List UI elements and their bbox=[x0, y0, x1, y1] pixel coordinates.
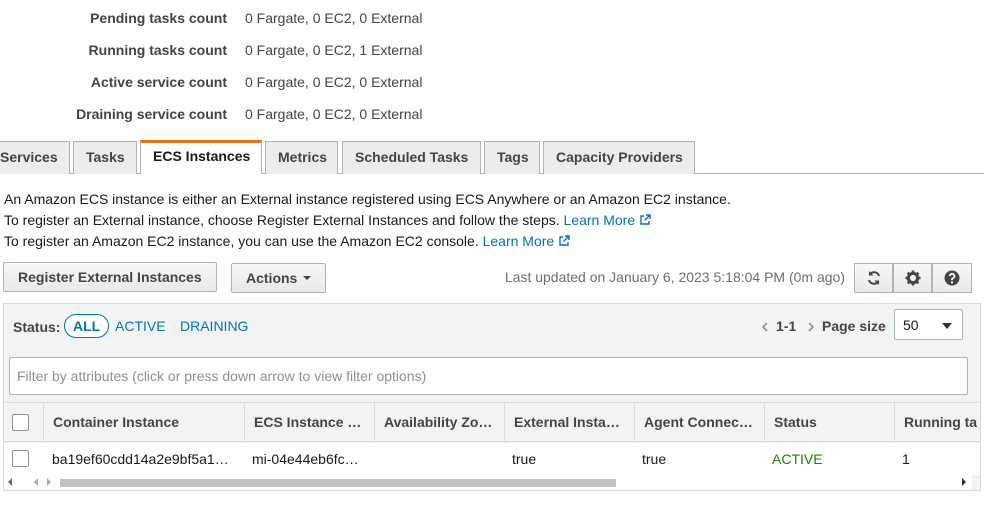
description-line-2: To register an External instance, choose… bbox=[4, 212, 651, 228]
ecs-instance-link[interactable]: mi-04e44eb6fc… bbox=[244, 443, 372, 475]
column-header-availability-zone[interactable]: Availability Zo… bbox=[374, 403, 504, 442]
summary-value: 0 Fargate, 0 EC2, 0 External bbox=[245, 74, 423, 90]
summary-row-draining-services: Draining service count 0 Fargate, 0 EC2,… bbox=[0, 100, 700, 122]
scroll-left-arrow-icon[interactable] bbox=[8, 478, 12, 486]
learn-more-label: Learn More bbox=[482, 233, 555, 249]
description-line-3: To register an Amazon EC2 instance, you … bbox=[4, 233, 570, 249]
question-icon bbox=[944, 270, 960, 286]
cluster-tabs: Services Tasks ECS Instances Metrics Sch… bbox=[0, 140, 984, 174]
tab-ecs-instances[interactable]: ECS Instances bbox=[140, 140, 262, 174]
caret-down-icon bbox=[303, 276, 312, 280]
column-header-status[interactable]: Status bbox=[764, 403, 894, 442]
column-header-running-tasks[interactable]: Running ta bbox=[894, 403, 980, 442]
running-tasks-cell: 1 bbox=[902, 451, 910, 467]
tab-capacity-providers[interactable]: Capacity Providers bbox=[543, 141, 695, 174]
column-header-ecs-instance[interactable]: ECS Instance … bbox=[244, 403, 374, 442]
agent-connected-cell: true bbox=[642, 451, 667, 467]
page-size-select[interactable]: 50 bbox=[894, 309, 963, 340]
column-header-external-instance[interactable]: External Insta… bbox=[504, 403, 634, 442]
summary-row-running-tasks: Running tasks count 0 Fargate, 0 EC2, 1 … bbox=[0, 36, 700, 58]
horizontal-scrollbar[interactable] bbox=[4, 475, 972, 489]
status-filter-draining[interactable]: DRAINING bbox=[180, 318, 248, 334]
summary-row-active-services: Active service count 0 Fargate, 0 EC2, 0… bbox=[0, 68, 700, 90]
select-all-checkbox[interactable] bbox=[12, 414, 29, 431]
summary-label: Running tasks count bbox=[88, 42, 227, 58]
instances-table-panel: Status: ALL ACTIVE DRAINING 1-1 Page siz… bbox=[3, 303, 981, 491]
filter-input[interactable]: Filter by attributes (click or press dow… bbox=[9, 357, 968, 395]
tab-metrics[interactable]: Metrics bbox=[265, 141, 338, 174]
row-checkbox[interactable] bbox=[12, 450, 29, 467]
gear-icon bbox=[905, 270, 920, 286]
actions-button[interactable]: Actions bbox=[231, 263, 326, 293]
column-header-agent-connected[interactable]: Agent Connec… bbox=[634, 403, 764, 442]
summary-value: 0 Fargate, 0 EC2, 0 External bbox=[245, 106, 423, 122]
status-cell: ACTIVE bbox=[772, 451, 823, 467]
tab-tasks[interactable]: Tasks bbox=[73, 141, 137, 174]
scroll-right-page-icon[interactable] bbox=[47, 478, 51, 486]
tab-scheduled-tasks[interactable]: Scheduled Tasks bbox=[342, 141, 481, 174]
table-row[interactable]: ba19ef60cdd14a2e9bf5a1… mi-04e44eb6fc… t… bbox=[4, 443, 980, 475]
status-filter-label: Status: bbox=[13, 319, 61, 335]
status-filter-all[interactable]: ALL bbox=[64, 314, 110, 338]
help-button[interactable] bbox=[932, 263, 972, 293]
summary-label: Active service count bbox=[90, 74, 227, 90]
scroll-right-arrow-icon[interactable] bbox=[962, 478, 966, 486]
scroll-left-page-icon[interactable] bbox=[34, 478, 38, 486]
summary-row-pending-tasks: Pending tasks count 0 Fargate, 0 EC2, 0 … bbox=[0, 4, 700, 26]
actions-label: Actions bbox=[246, 270, 298, 286]
refresh-button[interactable] bbox=[854, 263, 893, 293]
tab-services[interactable]: Services bbox=[0, 141, 70, 174]
summary-value: 0 Fargate, 0 EC2, 0 External bbox=[245, 10, 423, 26]
availability-zone-cell bbox=[374, 443, 504, 475]
table-header: Container Instance ECS Instance … Availa… bbox=[4, 402, 980, 442]
tab-tags[interactable]: Tags bbox=[484, 141, 540, 174]
description-text: To register an External instance, choose… bbox=[4, 212, 560, 228]
refresh-icon bbox=[867, 271, 880, 285]
summary-label: Pending tasks count bbox=[90, 10, 227, 26]
last-updated-text: Last updated on January 6, 2023 5:18:04 … bbox=[504, 269, 845, 285]
chevron-right-icon[interactable] bbox=[807, 322, 815, 332]
learn-more-link-ec2[interactable]: Learn More bbox=[483, 233, 571, 249]
chevron-down-icon bbox=[942, 323, 952, 329]
page-size-label: Page size bbox=[822, 318, 886, 334]
register-external-instances-button[interactable]: Register External Instances bbox=[3, 262, 217, 292]
column-header-container-instance[interactable]: Container Instance bbox=[43, 403, 244, 442]
description-text: To register an Amazon EC2 instance, you … bbox=[4, 233, 479, 249]
external-link-icon bbox=[559, 235, 570, 246]
scrollbar-thumb[interactable] bbox=[60, 479, 616, 487]
external-instance-cell: true bbox=[512, 451, 537, 467]
learn-more-link-external[interactable]: Learn More bbox=[564, 212, 652, 228]
summary-value: 0 Fargate, 0 EC2, 1 External bbox=[245, 42, 423, 58]
summary-label: Draining service count bbox=[76, 106, 227, 122]
external-link-icon bbox=[640, 214, 651, 225]
chevron-left-icon[interactable] bbox=[761, 322, 769, 332]
status-filter-active[interactable]: ACTIVE bbox=[115, 318, 166, 334]
container-instance-link[interactable]: ba19ef60cdd14a2e9bf5a1… bbox=[44, 443, 244, 475]
settings-button[interactable] bbox=[893, 263, 932, 293]
learn-more-label: Learn More bbox=[563, 212, 636, 228]
page-size-value: 50 bbox=[903, 317, 919, 333]
pagination-range: 1-1 bbox=[776, 318, 797, 334]
description-line-1: An Amazon ECS instance is either an Exte… bbox=[4, 191, 731, 207]
